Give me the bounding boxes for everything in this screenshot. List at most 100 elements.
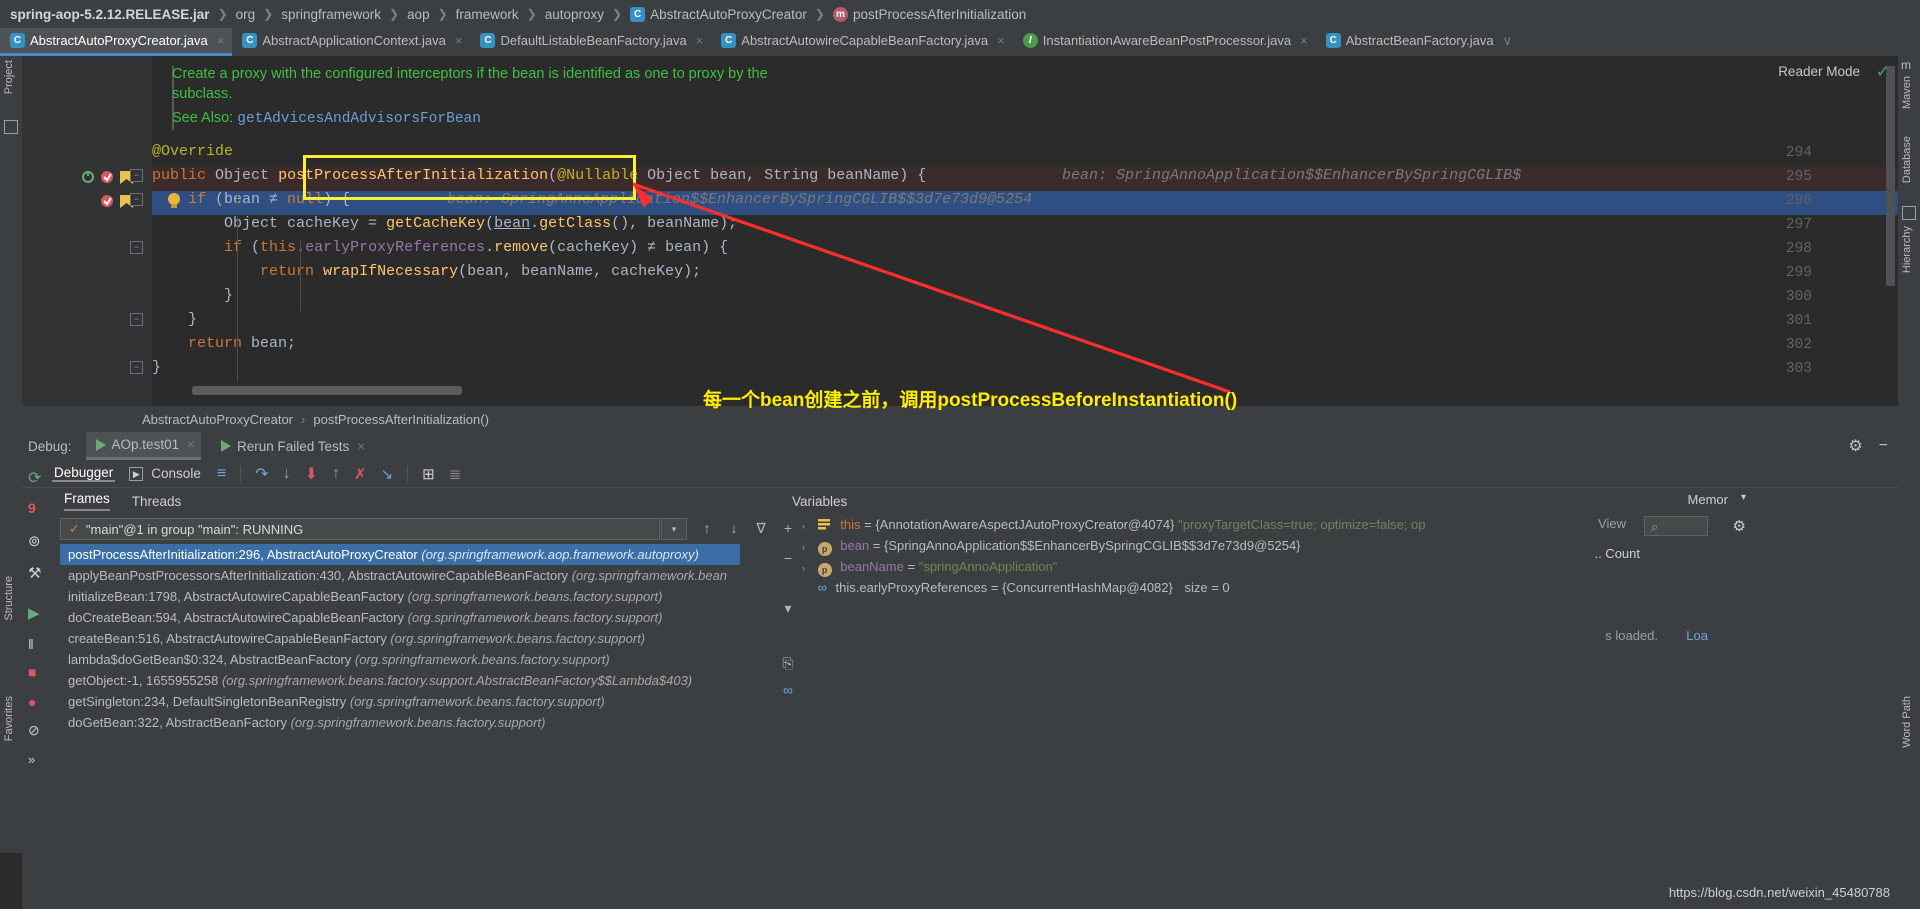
move-down-icon[interactable]: ↓ — [724, 518, 744, 538]
chevron-right-icon[interactable]: › — [802, 516, 814, 537]
gear-icon[interactable]: ⚙ — [1848, 436, 1862, 456]
chevron-right-icon[interactable]: › — [802, 558, 814, 579]
code-fold-icon[interactable]: − — [130, 193, 143, 206]
breakpoint-icon[interactable] — [100, 194, 114, 208]
mute-breakpoints-icon[interactable]: ≣ — [449, 465, 462, 483]
sidebar-item-hierarchy[interactable]: Hierarchy — [1901, 226, 1913, 273]
sidebar-item-maven[interactable]: Maven — [1901, 76, 1913, 109]
stack-frame-row[interactable]: postProcessAfterInitialization:296, Abst… — [60, 544, 740, 565]
hierarchy-icon[interactable] — [1902, 206, 1916, 220]
memory-label[interactable]: Memor — [1688, 492, 1728, 507]
run-tab-aop-test01[interactable]: AOp.test01 × — [85, 432, 201, 460]
code-line-300[interactable]: } — [152, 287, 233, 304]
breadcrumb-item-framework[interactable]: framework — [456, 7, 519, 22]
breakpoints-count-icon[interactable]: 9 — [28, 500, 46, 518]
close-icon[interactable]: × — [187, 437, 195, 452]
chevron-down-icon[interactable]: ∨ — [1503, 33, 1513, 49]
sidebar-item-structure[interactable]: Structure — [3, 576, 15, 621]
editor-horizontal-scrollbar[interactable] — [192, 386, 462, 395]
editor-vertical-scrollbar[interactable] — [1885, 56, 1896, 406]
stack-frame-row[interactable]: lambda$doGetBean$0:324, AbstractBeanFact… — [60, 649, 740, 670]
tab-AbstractAutowireCapableBeanFactory[interactable]: C AbstractAutowireCapableBeanFactory.jav… — [711, 28, 1012, 56]
stack-frame-row[interactable]: applyBeanPostProcessorsAfterInitializati… — [60, 565, 740, 586]
breadcrumb-item-method[interactable]: postProcessAfterInitialization — [853, 7, 1026, 22]
filter-frames-icon[interactable]: ∇ — [751, 518, 771, 538]
breadcrumb-item-springframework[interactable]: springframework — [281, 7, 381, 22]
tab-debugger[interactable]: Debugger — [52, 465, 116, 482]
code-line-296[interactable]: if (bean ≠ null) { — [152, 191, 350, 208]
close-icon[interactable]: × — [696, 33, 704, 48]
close-icon[interactable]: × — [357, 439, 365, 454]
breadcrumb-item-org[interactable]: org — [236, 7, 256, 22]
search-input[interactable]: ⌕ — [1644, 516, 1708, 536]
code-fold-icon[interactable]: − — [130, 361, 143, 374]
breadcrumb-item-class[interactable]: AbstractAutoProxyCreator — [650, 7, 807, 22]
sidebar-item-project[interactable]: Project — [3, 60, 15, 94]
sidebar-item-database[interactable]: Database — [1901, 136, 1913, 183]
scrollbar-thumb[interactable] — [1886, 66, 1895, 286]
sidebar-item-word-path[interactable]: Word Path — [1901, 696, 1913, 748]
code-line-303[interactable]: } — [152, 359, 161, 376]
reader-mode-label[interactable]: Reader Mode — [1778, 64, 1860, 79]
chevron-down-icon[interactable]: ▾ — [1741, 492, 1746, 503]
chevron-right-icon[interactable]: › — [802, 537, 814, 558]
editor-gutter[interactable] — [22, 56, 152, 406]
thread-selector[interactable]: ✓ "main"@1 in group "main": RUNNING — [60, 518, 660, 540]
code-line-302[interactable]: return bean; — [152, 335, 296, 352]
sidebar-item-favorites[interactable]: Favorites — [3, 696, 15, 741]
breakpoint-icon[interactable] — [100, 170, 114, 184]
close-icon[interactable]: × — [455, 33, 463, 48]
stack-frame-row[interactable]: doCreateBean:594, AbstractAutowireCapabl… — [60, 607, 740, 628]
minimize-icon[interactable]: − — [1879, 437, 1888, 455]
tab-AbstractBeanFactory[interactable]: C AbstractBeanFactory.java ∨ — [1316, 28, 1520, 56]
gear-icon[interactable]: ⚙ — [1733, 517, 1746, 535]
breadcrumb-item-autoproxy[interactable]: autoproxy — [545, 7, 604, 22]
code-fold-icon[interactable]: − — [130, 169, 143, 182]
footer-class[interactable]: AbstractAutoProxyCreator — [142, 412, 293, 427]
maven-icon[interactable]: m — [1901, 58, 1911, 72]
tab-frames[interactable]: Frames — [64, 491, 110, 511]
view-breakpoints-icon[interactable]: ● — [28, 694, 46, 712]
step-over-icon[interactable]: ↷ — [255, 464, 268, 484]
more-icon[interactable]: » — [28, 752, 46, 770]
overridden-method-icon[interactable] — [82, 171, 94, 183]
drop-frame-icon[interactable]: ✗ — [354, 465, 367, 483]
step-into-icon[interactable]: ↓ — [283, 465, 291, 483]
stack-frame-row[interactable]: doGetBean:322, AbstractBeanFactory (org.… — [60, 712, 740, 733]
force-step-into-icon[interactable]: ⬇ — [305, 464, 318, 484]
show-frames-icon[interactable]: ≡ — [217, 465, 226, 483]
tab-AbstractAutoProxyCreator[interactable]: C AbstractAutoProxyCreator.java × — [0, 28, 233, 56]
code-fold-icon[interactable]: − — [130, 241, 143, 254]
restore-layout-icon[interactable]: ⊚ — [28, 532, 46, 550]
stop-icon[interactable]: ■ — [28, 664, 46, 682]
tab-threads[interactable]: Threads — [132, 494, 182, 509]
run-to-cursor-icon[interactable]: ↘ — [381, 465, 394, 483]
rerun-icon[interactable]: ⟳ — [28, 468, 46, 487]
tab-AbstractApplicationContext[interactable]: C AbstractApplicationContext.java × — [232, 28, 470, 56]
code-line-294[interactable]: @Override — [152, 143, 233, 160]
breadcrumb-item-aop[interactable]: aop — [407, 7, 430, 22]
breadcrumb-item-jar[interactable]: spring-aop-5.2.12.RELEASE.jar — [10, 7, 210, 22]
file-icon[interactable] — [4, 120, 18, 134]
close-icon[interactable]: × — [217, 33, 225, 48]
mute-breakpoints-rail-icon[interactable]: ⊘ — [28, 722, 46, 740]
code-line-301[interactable]: } — [152, 311, 197, 328]
view-label[interactable]: View — [1598, 516, 1626, 531]
stack-frame-row[interactable]: getSingleton:234, DefaultSingletonBeanRe… — [60, 691, 740, 712]
tab-InstantiationAwareBeanPostProcessor[interactable]: I InstantiationAwareBeanPostProcessor.ja… — [1013, 28, 1316, 56]
tab-DefaultListableBeanFactory[interactable]: C DefaultListableBeanFactory.java × — [470, 28, 711, 56]
tab-console[interactable]: Console — [149, 466, 203, 481]
close-icon[interactable]: × — [997, 33, 1005, 48]
stack-frame-row[interactable]: getObject:-1, 1655955258 (org.springfram… — [60, 670, 740, 691]
move-up-icon[interactable]: ↑ — [697, 518, 717, 538]
pause-program-icon[interactable]: ‖ — [28, 636, 46, 654]
chevron-down-icon[interactable]: ▾ — [661, 518, 687, 540]
step-out-icon[interactable]: ↑ — [332, 465, 340, 483]
see-also-link[interactable]: getAdvicesAndAdvisorsForBean — [237, 111, 481, 127]
stack-frame-row[interactable]: createBean:516, AbstractAutowireCapableB… — [60, 628, 740, 649]
evaluate-expression-icon[interactable]: ⊞ — [422, 465, 435, 483]
call-stack-list[interactable]: postProcessAfterInitialization:296, Abst… — [60, 544, 740, 894]
resume-program-icon[interactable]: ▶ — [28, 604, 46, 622]
loa-link[interactable]: Loa — [1686, 628, 1708, 643]
code-fold-icon[interactable]: − — [130, 313, 143, 326]
